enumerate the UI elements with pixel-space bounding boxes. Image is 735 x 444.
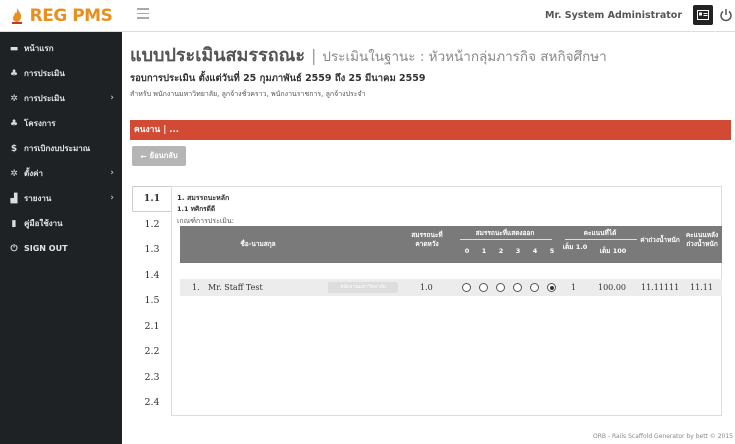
header-divider [565,239,637,240]
col-displayed: สมรรถนะที่แสดงออก [475,229,535,237]
table-header: ชื่อ-นามสกุล สมรรถนะที่คาดหวัง สมรรถนะที… [180,226,722,263]
sidebar-item-budget[interactable]: $ การเบิกงบประมาณ [0,136,122,161]
weight-value: 11.11111 [641,283,680,292]
header-divider [460,239,552,240]
sidebar-item-settings[interactable]: ✲ ตั้งค่า › [0,161,122,186]
page-title-row: แบบประเมินสมรรถณะ | ประเมินในฐานะ : หัวหน้… [130,40,607,69]
col-level-0: 0 [464,247,470,255]
score-full-1: 1 [571,283,577,292]
dollar-icon: $ [10,143,18,154]
level-2-radio[interactable] [496,283,505,292]
staff-name: Mr. Staff Test [208,283,263,292]
col-level-5: 5 [549,247,555,255]
back-button[interactable]: ← ย้อนกลับ [132,146,186,166]
sidebar-item-reports[interactable]: ▟ รายงาน › [0,186,122,211]
evaluation-round: รอบการประเมิน ตั้งแต่วันที่ 25 กุมภาพันธ… [130,73,426,84]
chevron-right-icon: › [110,168,114,178]
sidebar-item-projects[interactable]: ♣ โครงการ [0,111,122,136]
sidebar-item-label: รายงาน [24,194,52,203]
user-name[interactable]: Mr. System Administrator [545,10,682,21]
sidebar-item-label: การประเมิน [24,69,65,78]
sidebar-item-label: โครงการ [24,119,56,128]
level-3-radio[interactable] [513,283,522,292]
sidebar-item-manual[interactable]: ▮ คู่มือใช้งาน [0,211,122,236]
level-1-radio[interactable] [479,283,488,292]
criteria-subtitle: 1.1 ทศิกรดีดี [177,205,216,213]
criteria-title: 1. สมรรถนะหลัก [177,194,230,202]
level-4-radio[interactable] [530,283,539,292]
tab-2-3[interactable]: 2.3 [132,365,172,391]
arrow-left-icon: ← [140,151,147,161]
score-full-100: 100.00 [598,283,626,292]
page-subtitle: ประเมินในฐานะ : หัวหน้ากลุ่มภารกิจ สหกิจ… [322,49,607,65]
chevron-right-icon: › [110,193,114,203]
chart-icon: ▟ [10,193,18,204]
page-title: แบบประเมินสมรรถณะ [130,45,305,66]
col-full-1: เต็ม 1.0 [562,243,588,251]
tab-1-5[interactable]: 1.5 [132,288,172,314]
level-5-radio[interactable] [547,283,556,292]
position-badge: พนักงานมหาวิทยาลัย [328,282,398,293]
level-0-radio[interactable] [462,283,471,292]
col-weight: ค่าถ่วงน้ำหนัก [640,236,680,244]
sidebar-item-label: การประเมิน [24,94,65,103]
tab-1-2[interactable]: 1.2 [132,212,172,238]
users-icon: ♣ [9,118,19,129]
sidebar-item-evaluation-settings[interactable]: ✲ การประเมิน › [0,86,122,111]
id-card-icon [697,10,709,20]
flame-icon [11,8,22,24]
tab-1-4[interactable]: 1.4 [132,263,172,289]
book-icon: ▮ [11,218,17,229]
top-bar: REG PMS Mr. System Administrator [0,0,735,32]
home-icon: ▬ [9,43,19,54]
users-icon: ♣ [9,68,19,79]
footer-credit: ORB - Rails Scaffold Generator by bett ©… [593,433,733,440]
power-icon: ⏻ [10,243,18,254]
col-level-2: 2 [498,247,504,255]
gears-icon: ✲ [10,168,18,179]
tab-content: 1. สมรรถนะหลัก 1.1 ทศิกรดีดี เกณฑ์การประ… [171,186,722,416]
id-card-button[interactable] [693,5,713,25]
sidebar-item-sign-out[interactable]: ⏻ SIGN OUT [0,236,122,261]
gears-icon: ✲ [10,93,18,104]
col-level-4: 4 [532,247,538,255]
brand-name: REG PMS [29,6,113,26]
row-index: 1. [192,283,200,292]
col-expected: สมรรถนะที่คาดหวัง [411,231,443,248]
sidebar-item-label: SIGN OUT [24,244,68,253]
applicable-staff: สำหรับ พนักงานมหาวิทยาลัย, ลูกจ้างชั่วคร… [130,90,366,98]
expected-level: 1.0 [420,283,433,292]
back-button-label: ย้อนกลับ [149,151,178,160]
sidebar: ▬ หน้าแรก ♣ การประเมิน ✲ การประเมิน › ♣ … [0,32,122,444]
table-row: 1. Mr. Staff Test พนักงานมหาวิทยาลัย 1.0… [180,279,722,296]
tab-2-2[interactable]: 2.2 [132,339,172,365]
sidebar-item-label: ตั้งค่า [24,169,43,178]
tab-1-3[interactable]: 1.3 [132,237,172,263]
sidebar-item-label: หน้าแรก [24,44,54,53]
tab-1-1[interactable]: 1.1 [132,186,172,212]
tab-2-1[interactable]: 2.1 [132,314,172,340]
col-full-100: เต็ม 100 [599,247,627,255]
col-level-3: 3 [515,247,521,255]
chevron-right-icon: › [110,93,114,103]
menu-toggle-icon[interactable] [137,8,153,22]
criteria-tabs: 1.1 1.2 1.3 1.4 1.5 2.1 2.2 2.3 2.4 [132,186,172,416]
sidebar-item-label: การเบิกงบประมาณ [24,144,91,153]
brand-logo[interactable]: REG PMS [0,0,122,32]
weighted-score: 11.11 [690,283,713,292]
power-icon[interactable] [719,8,733,22]
sidebar-item-evaluation[interactable]: ♣ การประเมิน [0,61,122,86]
col-weighted: คะแนนหลังถ่วงน้ำหนัก [685,231,719,248]
col-name: ชื่อ-นามสกุล [240,240,276,248]
sidebar-item-label: คู่มือใช้งาน [24,219,63,228]
tab-2-4[interactable]: 2.4 [132,390,172,416]
title-separator: | [311,46,317,65]
sidebar-item-home[interactable]: ▬ หน้าแรก [0,36,122,61]
col-level-1: 1 [481,247,487,255]
panel-heading: คนงาน | ... [130,120,731,140]
main-content: แบบประเมินสมรรถณะ | ประเมินในฐานะ : หัวหน้… [122,32,735,444]
col-score: คะแนนที่ได้ [583,229,617,237]
